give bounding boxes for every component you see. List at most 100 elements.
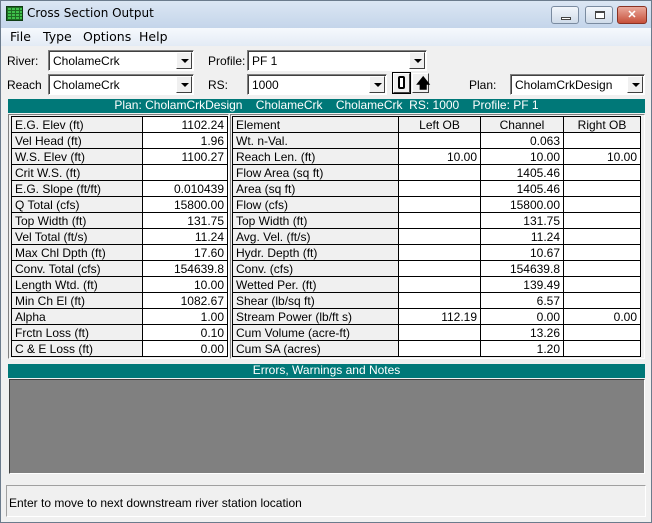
left-ob-value[interactable]	[398, 228, 481, 245]
summary-value[interactable]: 11.24	[142, 228, 228, 245]
title-bar[interactable]: Cross Section Output ✕	[1, 1, 651, 28]
channel-value[interactable]: 1405.46	[480, 180, 564, 197]
summary-row: E.G. Slope (ft/ft) 0.010439	[11, 180, 228, 197]
channel-value[interactable]: 1.20	[480, 340, 564, 357]
left-ob-value[interactable]	[398, 164, 481, 181]
channel-value[interactable]: 10.00	[480, 148, 564, 165]
summary-value[interactable]: 1082.67	[142, 292, 228, 309]
left-ob-value[interactable]	[398, 132, 481, 149]
element-row: Top Width (ft) 131.75	[232, 212, 641, 229]
left-ob-value[interactable]: 10.00	[398, 148, 481, 165]
summary-value[interactable]: 15800.00	[142, 196, 228, 213]
right-ob-value[interactable]	[563, 260, 641, 277]
element-label: Cum Volume (acre-ft)	[232, 324, 399, 341]
right-ob-value[interactable]	[563, 212, 641, 229]
left-ob-value[interactable]	[398, 196, 481, 213]
right-ob-value[interactable]	[563, 164, 641, 181]
menu-file[interactable]: File	[10, 29, 31, 44]
left-ob-value[interactable]	[398, 212, 481, 229]
right-ob-value[interactable]	[563, 228, 641, 245]
summary-row: Crit W.S. (ft)	[11, 164, 228, 181]
notes-area[interactable]	[9, 379, 645, 474]
summary-value[interactable]: 1100.27	[142, 148, 228, 165]
channel-value[interactable]: 154639.8	[480, 260, 564, 277]
right-ob-value[interactable]	[563, 340, 641, 357]
summary-value[interactable]: 131.75	[142, 212, 228, 229]
summary-value[interactable]: 10.00	[142, 276, 228, 293]
right-ob-value[interactable]	[563, 324, 641, 341]
chevron-down-icon[interactable]	[369, 76, 385, 93]
channel-value[interactable]: 13.26	[480, 324, 564, 341]
left-ob-value[interactable]	[398, 340, 481, 357]
right-ob-value[interactable]	[563, 196, 641, 213]
element-label: Avg. Vel. (ft/s)	[232, 228, 399, 245]
channel-value[interactable]: 10.67	[480, 244, 564, 261]
right-ob-value[interactable]: 0.00	[563, 308, 641, 325]
channel-value[interactable]: 1405.46	[480, 164, 564, 181]
summary-value[interactable]: 0.010439	[142, 180, 228, 197]
left-ob-value[interactable]: 112.19	[398, 308, 481, 325]
menu-type[interactable]: Type	[43, 29, 72, 44]
maximize-button[interactable]	[585, 6, 613, 24]
next-downstream-button[interactable]	[392, 72, 411, 94]
summary-value[interactable]: 1.00	[142, 308, 228, 325]
channel-value[interactable]: 6.57	[480, 292, 564, 309]
summary-value[interactable]: 154639.8	[142, 260, 228, 277]
summary-row: W.S. Elev (ft) 1100.27	[11, 148, 228, 165]
channel-value[interactable]: 15800.00	[480, 196, 564, 213]
profile-select[interactable]: PF 1	[247, 50, 427, 71]
plan-value: CholamCrkDesign	[515, 78, 613, 92]
table-grid-icon	[6, 6, 23, 21]
summary-value[interactable]: 0.00	[142, 340, 228, 357]
element-label: Conv. (cfs)	[232, 260, 399, 277]
left-ob-value[interactable]	[398, 324, 481, 341]
channel-value[interactable]: 0.00	[480, 308, 564, 325]
summary-row: Vel Total (ft/s) 11.24	[11, 228, 228, 245]
right-ob-value[interactable]	[563, 180, 641, 197]
downstream-arrow-icon	[398, 76, 405, 89]
menu-help[interactable]: Help	[139, 29, 168, 44]
plan-select[interactable]: CholamCrkDesign	[510, 74, 645, 95]
close-button[interactable]: ✕	[617, 6, 647, 24]
channel-value[interactable]: 139.49	[480, 276, 564, 293]
channel-value[interactable]: 131.75	[480, 212, 564, 229]
left-ob-value[interactable]	[398, 244, 481, 261]
right-ob-value[interactable]	[563, 132, 641, 149]
column-header: Left OB	[398, 116, 481, 133]
river-select[interactable]: CholameCrk	[48, 50, 194, 71]
right-ob-value[interactable]	[563, 276, 641, 293]
left-ob-value[interactable]	[398, 260, 481, 277]
right-ob-value[interactable]	[563, 244, 641, 261]
right-ob-value[interactable]: 10.00	[563, 148, 641, 165]
plan-label: Plan:	[469, 78, 497, 92]
element-row: Flow Area (sq ft) 1405.46	[232, 164, 641, 181]
chevron-down-icon[interactable]	[176, 52, 192, 69]
menu-options[interactable]: Options	[83, 29, 131, 44]
left-ob-value[interactable]	[398, 276, 481, 293]
river-value: CholameCrk	[53, 54, 120, 68]
reach-select[interactable]: CholameCrk	[48, 74, 194, 95]
chevron-down-icon[interactable]	[627, 76, 643, 93]
notes-title-bar: Errors, Warnings and Notes	[8, 364, 645, 378]
summary-value[interactable]: 17.60	[142, 244, 228, 261]
summary-value[interactable]: 1.96	[142, 132, 228, 149]
channel-value[interactable]: 11.24	[480, 228, 564, 245]
next-upstream-button[interactable]: 🡅	[412, 73, 430, 93]
left-ob-value[interactable]	[398, 180, 481, 197]
element-label: Flow Area (sq ft)	[232, 164, 399, 181]
summary-row: Frctn Loss (ft) 0.10	[11, 324, 228, 341]
channel-value[interactable]: 0.063	[480, 132, 564, 149]
close-icon: ✕	[627, 9, 637, 21]
right-ob-value[interactable]	[563, 292, 641, 309]
rs-select[interactable]: 1000	[247, 74, 387, 95]
summary-value[interactable]: 1102.24	[142, 116, 228, 133]
minimize-button[interactable]	[551, 6, 579, 24]
summary-value[interactable]	[142, 164, 228, 181]
chevron-down-icon[interactable]	[409, 52, 425, 69]
chevron-down-icon[interactable]	[176, 76, 192, 93]
left-ob-value[interactable]	[398, 292, 481, 309]
element-row: Hydr. Depth (ft) 10.67	[232, 244, 641, 261]
summary-row: Min Ch El (ft) 1082.67	[11, 292, 228, 309]
summary-label: Max Chl Dpth (ft)	[11, 244, 143, 261]
summary-value[interactable]: 0.10	[142, 324, 228, 341]
